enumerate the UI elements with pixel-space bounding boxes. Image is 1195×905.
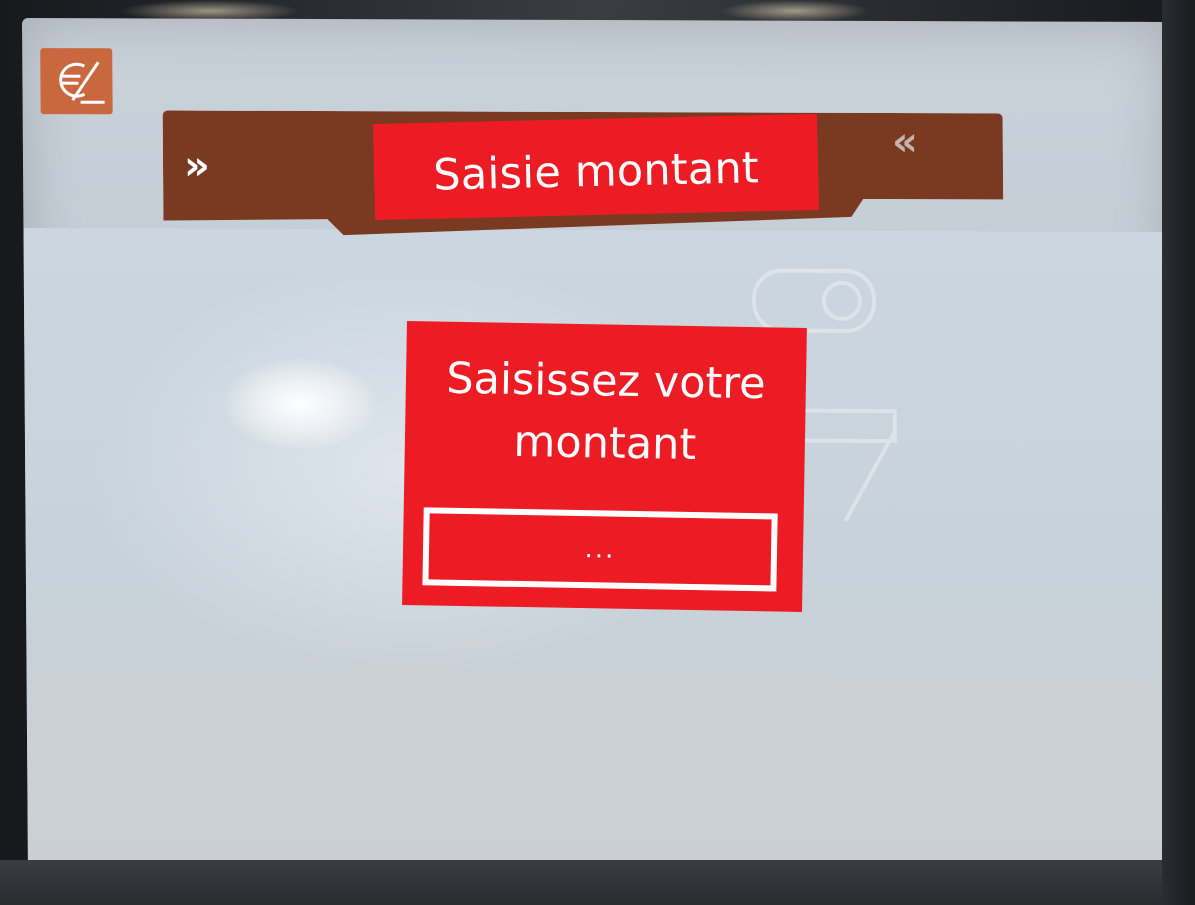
amount-value: ... bbox=[584, 534, 616, 565]
glare-spot bbox=[224, 358, 375, 450]
amount-input[interactable]: ... bbox=[422, 507, 778, 592]
atm-display: » « Saisie montant Saisissez votre monta… bbox=[0, 0, 1195, 905]
prompt-line-2: montant bbox=[513, 416, 697, 471]
nav-forward-icon: » bbox=[184, 143, 210, 189]
screen-bezel-right bbox=[1162, 0, 1195, 905]
screen-bezel-bottom bbox=[0, 860, 1195, 905]
prompt-line-1: Saisissez votre bbox=[445, 353, 767, 410]
prompt-text: Saisissez votre montant bbox=[404, 347, 806, 478]
title-banner: Saisie montant bbox=[373, 113, 820, 220]
euro-cash-icon bbox=[40, 48, 113, 115]
light-reflection bbox=[720, 0, 870, 22]
amount-prompt-panel: Saisissez votre montant ... bbox=[402, 321, 807, 612]
page-title: Saisie montant bbox=[432, 143, 760, 201]
nav-back-icon: « bbox=[892, 119, 918, 165]
